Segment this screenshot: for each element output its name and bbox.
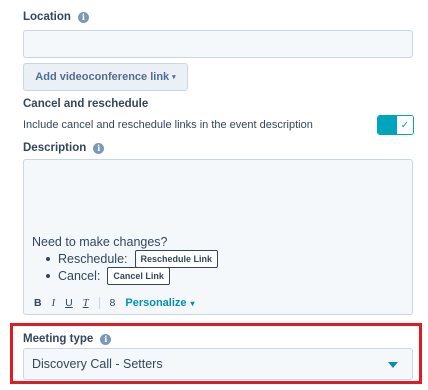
clear-format-button[interactable]: T [83, 298, 89, 309]
description-label: Description [23, 142, 87, 154]
meeting-type-select[interactable]: Discovery Call - Setters [23, 348, 413, 380]
reschedule-label: Reschedule: [58, 252, 128, 266]
info-icon[interactable]: i [100, 333, 112, 345]
cancel-list-item: Cancel: Cancel Link [46, 267, 170, 285]
link-icon[interactable]: 8 [110, 297, 116, 309]
meeting-type-label-row: Meeting type i [23, 333, 112, 345]
bullet-icon [46, 274, 50, 278]
info-icon[interactable]: i [93, 142, 105, 154]
description-label-row: Description i [23, 142, 105, 154]
reschedule-list-item: Reschedule: Reschedule Link [46, 250, 219, 268]
cancel-label: Cancel: [58, 269, 101, 283]
location-input[interactable] [23, 30, 413, 58]
videoconference-button-label: Add videoconference link [35, 71, 170, 83]
toolbar-divider [98, 297, 100, 309]
info-icon[interactable]: i [77, 11, 89, 23]
location-label-row: Location i [23, 11, 89, 23]
description-editor[interactable]: Need to make changes? Reschedule: Resche… [23, 159, 413, 315]
personalize-label: Personalize [125, 297, 187, 309]
cancel-reschedule-toggle[interactable]: ✓ [377, 115, 414, 135]
italic-button[interactable]: I [52, 298, 56, 309]
cancel-link-chip[interactable]: Cancel Link [107, 267, 170, 285]
description-intro-text: Need to make changes? [32, 235, 168, 249]
bullet-icon [46, 257, 50, 261]
check-icon: ✓ [397, 116, 413, 134]
toggle-track-on [378, 116, 397, 134]
caret-down-icon: ▾ [172, 74, 176, 81]
underline-button[interactable]: U [65, 297, 73, 309]
chevron-down-icon [388, 362, 398, 368]
personalize-button[interactable]: Personalize ▾ [125, 297, 194, 309]
reschedule-link-chip[interactable]: Reschedule Link [134, 250, 219, 268]
meeting-type-label: Meeting type [23, 333, 94, 345]
meeting-type-selected-value: Discovery Call - Setters [32, 357, 163, 371]
chevron-down-icon: ▾ [190, 298, 195, 308]
cancel-reschedule-heading: Cancel and reschedule [23, 98, 149, 110]
bold-button[interactable]: B [34, 297, 42, 309]
add-videoconference-link-button[interactable]: Add videoconference link ▾ [23, 63, 188, 91]
location-label: Location [23, 11, 71, 23]
cancel-reschedule-description: Include cancel and reschedule links in t… [23, 119, 313, 131]
editor-toolbar: B I U T 8 Personalize ▾ [34, 297, 195, 309]
